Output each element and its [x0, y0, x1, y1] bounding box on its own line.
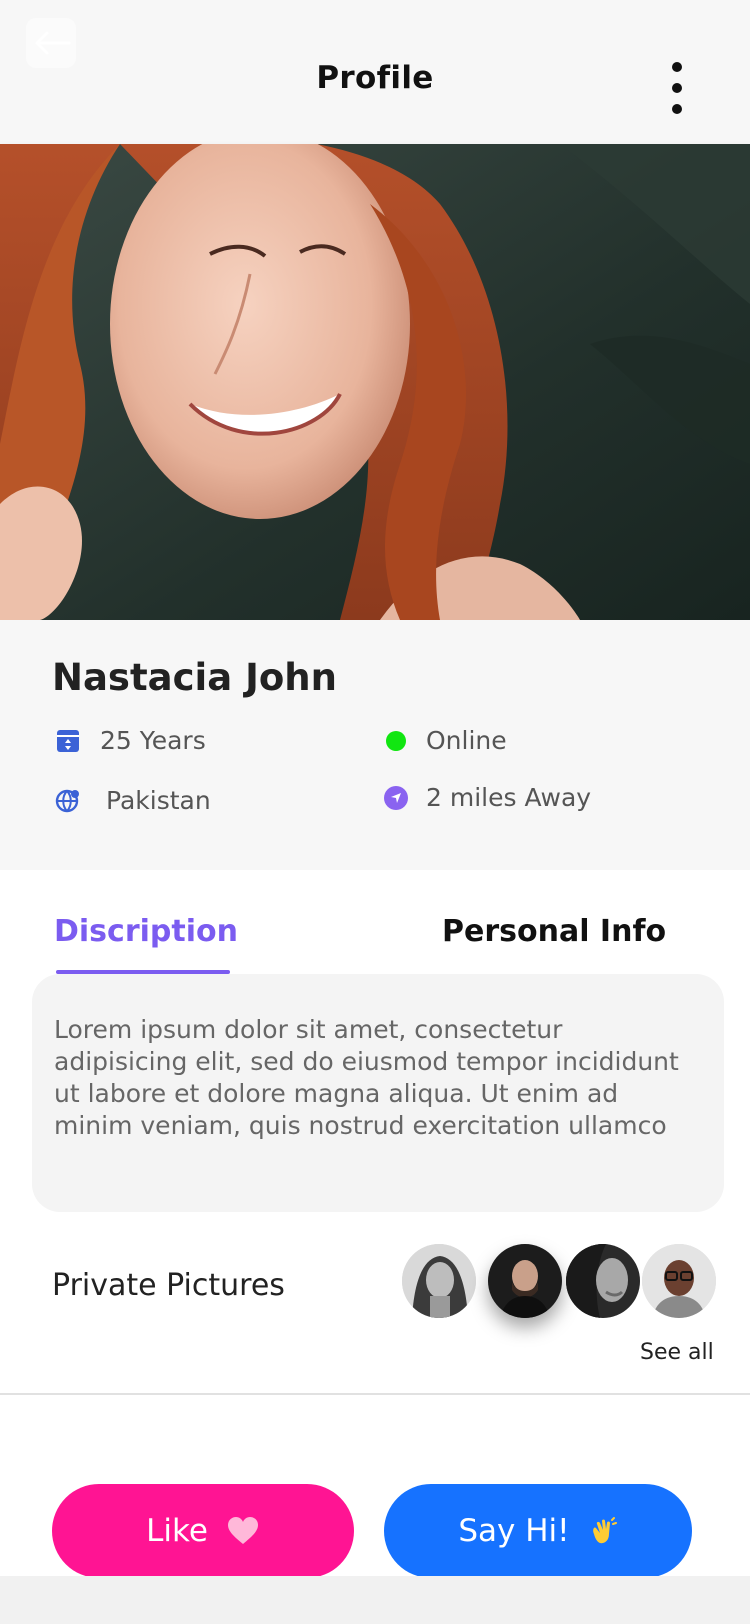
status-text: Online	[426, 726, 507, 755]
say-hi-label: Say Hi!	[458, 1513, 570, 1549]
tab-description[interactable]: Discription	[54, 914, 238, 949]
see-all-link[interactable]: See all	[640, 1340, 714, 1365]
more-options-button[interactable]	[660, 62, 694, 114]
divider	[0, 1393, 750, 1395]
like-button[interactable]: Like	[52, 1484, 354, 1578]
profile-photo	[0, 144, 750, 620]
header: Profile	[0, 0, 750, 144]
tab-personal-info[interactable]: Personal Info	[442, 914, 666, 949]
say-hi-button[interactable]: Say Hi!	[384, 1484, 692, 1578]
private-picture-1[interactable]	[402, 1244, 476, 1318]
bottom-bar	[0, 1576, 750, 1624]
navigation-icon	[384, 785, 408, 810]
globe-icon	[54, 787, 82, 815]
more-vertical-icon	[672, 62, 682, 72]
status-info: Online	[382, 726, 507, 755]
calendar-icon	[54, 727, 82, 755]
profile-screen: Profile Nastacia John 25 Years Online Pa…	[0, 0, 750, 1624]
profile-info: Nastacia John 25 Years Online Pakistan 2…	[0, 620, 750, 870]
private-picture-3[interactable]	[566, 1244, 640, 1318]
profile-content: Discription Personal Info Lorem ipsum do…	[0, 870, 750, 1576]
arrow-left-icon	[35, 31, 71, 55]
distance-info: 2 miles Away	[382, 783, 591, 812]
age-text: 25 Years	[100, 726, 206, 755]
heart-icon	[226, 1516, 260, 1546]
like-label: Like	[146, 1513, 208, 1549]
country-info: Pakistan	[54, 786, 211, 815]
age-info: 25 Years	[54, 726, 206, 755]
private-pictures-label: Private Pictures	[52, 1268, 285, 1303]
description-card: Lorem ipsum dolor sit amet, consectetur …	[32, 974, 724, 1212]
profile-name: Nastacia John	[52, 656, 337, 699]
distance-text: 2 miles Away	[426, 783, 592, 812]
waving-hand-icon	[588, 1516, 618, 1546]
online-status-icon	[386, 730, 406, 751]
private-picture-4[interactable]	[642, 1244, 716, 1318]
country-text: Pakistan	[106, 786, 211, 815]
private-picture-2[interactable]	[488, 1244, 562, 1318]
page-title: Profile	[316, 60, 434, 96]
description-text: Lorem ipsum dolor sit amet, consectetur …	[54, 1015, 679, 1140]
